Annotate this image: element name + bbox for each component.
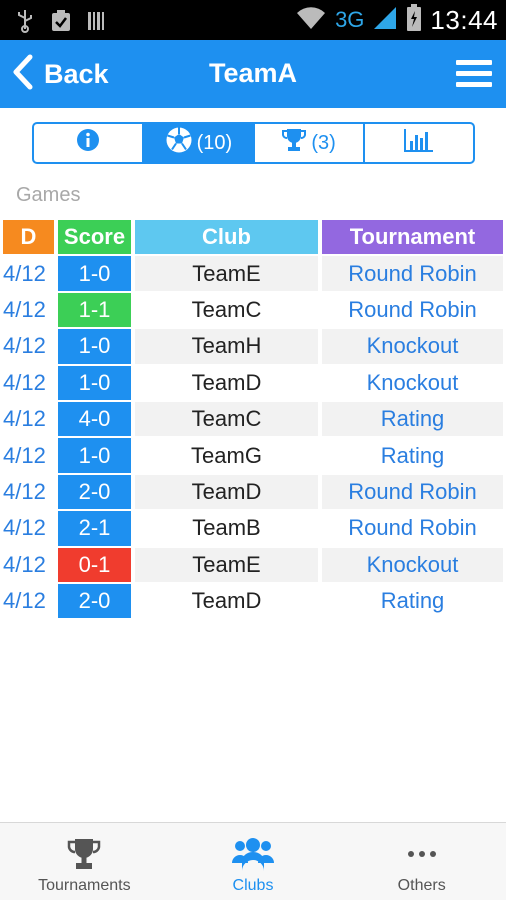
tab-label: Others — [397, 877, 446, 894]
chevron-left-icon — [12, 54, 34, 95]
hamburger-bar — [456, 71, 492, 76]
battery-icon — [406, 3, 422, 37]
table-row[interactable]: 4/12 1-1 TeamC Round Robin — [3, 292, 503, 329]
bar-chart-icon — [403, 127, 435, 159]
club-cell[interactable]: TeamG — [135, 438, 318, 473]
club-cell[interactable]: TeamD — [135, 474, 318, 510]
table-row[interactable]: 4/12 2-0 TeamD Round Robin — [3, 474, 503, 511]
header-club[interactable]: Club — [135, 220, 318, 255]
trophy-icon — [66, 837, 102, 871]
club-cell[interactable]: TeamE — [135, 547, 318, 582]
score-cell: 1-0 — [58, 256, 131, 291]
more-icon — [407, 837, 437, 871]
soccer-ball-icon — [165, 126, 193, 160]
back-button[interactable]: Back — [12, 52, 109, 96]
club-cell[interactable]: TeamE — [135, 256, 318, 291]
segment-trophies[interactable]: (3) — [255, 124, 365, 162]
segment-stats[interactable] — [365, 124, 473, 162]
date-cell: 4/12 — [3, 260, 46, 286]
score-cell: 1-0 — [58, 329, 131, 364]
tournament-cell[interactable]: Round Robin — [322, 292, 503, 328]
tournament-cell[interactable]: Round Robin — [322, 511, 503, 546]
section-label: Games — [16, 184, 81, 206]
date-cell: 4/12 — [3, 442, 46, 468]
club-cell[interactable]: TeamC — [135, 292, 318, 328]
tournament-cell[interactable]: Knockout — [322, 329, 503, 364]
table-row[interactable]: 4/12 2-0 TeamD Rating — [3, 583, 503, 620]
date-cell: 4/12 — [3, 369, 46, 395]
games-count: (10) — [196, 131, 233, 154]
score-cell: 2-1 — [58, 511, 131, 546]
tournament-cell[interactable]: Round Robin — [322, 256, 503, 291]
date-cell: 4/12 — [3, 296, 46, 322]
group-icon — [231, 837, 275, 871]
status-bar: 3G 13:44 — [0, 0, 506, 40]
info-icon — [76, 128, 100, 158]
score-cell: 1-1 — [58, 292, 131, 328]
trophy-icon — [281, 127, 307, 159]
date-cell: 4/12 — [3, 515, 46, 541]
signal-icon — [372, 5, 398, 36]
clock: 13:44 — [430, 4, 498, 35]
hamburger-bar — [456, 60, 492, 65]
bottom-tab-bar: Tournaments Clubs Others — [0, 822, 506, 900]
table-header: D Score Club Tournament — [3, 220, 503, 256]
table-row[interactable]: 4/12 0-1 TeamE Knockout — [3, 547, 503, 584]
date-cell: 4/12 — [3, 551, 46, 577]
segment-info[interactable] — [34, 124, 145, 162]
date-cell: 4/12 — [3, 588, 46, 614]
score-cell: 2-0 — [58, 474, 131, 510]
table-row[interactable]: 4/12 4-0 TeamC Rating — [3, 401, 503, 438]
games-table: D Score Club Tournament 4/12 1-0 TeamE Roun… — [3, 220, 503, 620]
tournament-cell[interactable]: Round Robin — [322, 474, 503, 510]
header-date[interactable]: D — [3, 220, 54, 255]
header-tournament[interactable]: Tournament — [322, 220, 503, 255]
club-cell[interactable]: TeamB — [135, 511, 318, 546]
table-row[interactable]: 4/12 1-0 TeamH Knockout — [3, 329, 503, 365]
tab-label: Tournaments — [38, 877, 131, 894]
barcode-icon — [86, 9, 108, 31]
clipboard-check-icon — [50, 9, 72, 31]
wifi-icon — [295, 5, 327, 36]
table-row[interactable]: 4/12 2-1 TeamB Round Robin — [3, 511, 503, 547]
hamburger-bar — [456, 82, 492, 87]
tournament-cell[interactable]: Rating — [322, 583, 503, 619]
trophies-count: (3) — [311, 131, 336, 154]
date-cell: 4/12 — [3, 406, 46, 432]
tournament-cell[interactable]: Knockout — [322, 365, 503, 400]
score-cell: 1-0 — [58, 365, 131, 400]
date-cell: 4/12 — [3, 478, 46, 504]
header-score[interactable]: Score — [58, 220, 131, 255]
segment-games[interactable]: (10) — [144, 124, 255, 162]
usb-icon — [14, 9, 36, 33]
score-cell: 4-0 — [58, 401, 131, 437]
date-cell: 4/12 — [3, 333, 46, 359]
tournament-cell[interactable]: Rating — [322, 438, 503, 473]
menu-button[interactable] — [456, 60, 492, 88]
table-row[interactable]: 4/12 1-0 TeamD Knockout — [3, 365, 503, 402]
tab-others[interactable]: Others — [337, 823, 506, 900]
app-bar: Back TeamA — [0, 40, 506, 108]
tournament-cell[interactable]: Rating — [322, 401, 503, 437]
tournament-cell[interactable]: Knockout — [322, 547, 503, 582]
back-label: Back — [44, 58, 109, 89]
tab-tournaments[interactable]: Tournaments — [0, 823, 169, 900]
table-row[interactable]: 4/12 1-0 TeamG Rating — [3, 438, 503, 474]
score-cell: 0-1 — [58, 547, 131, 582]
table-row[interactable]: 4/12 1-0 TeamE Round Robin — [3, 256, 503, 292]
score-cell: 1-0 — [58, 438, 131, 473]
club-cell[interactable]: TeamH — [135, 329, 318, 364]
tab-clubs[interactable]: Clubs — [169, 823, 338, 900]
club-cell[interactable]: TeamC — [135, 401, 318, 437]
network-type: 3G — [335, 7, 365, 32]
club-cell[interactable]: TeamD — [135, 365, 318, 400]
tab-label: Clubs — [232, 877, 274, 894]
team-view-segments: (10) (3) — [32, 122, 475, 164]
score-cell: 2-0 — [58, 583, 131, 619]
club-cell[interactable]: TeamD — [135, 583, 318, 619]
